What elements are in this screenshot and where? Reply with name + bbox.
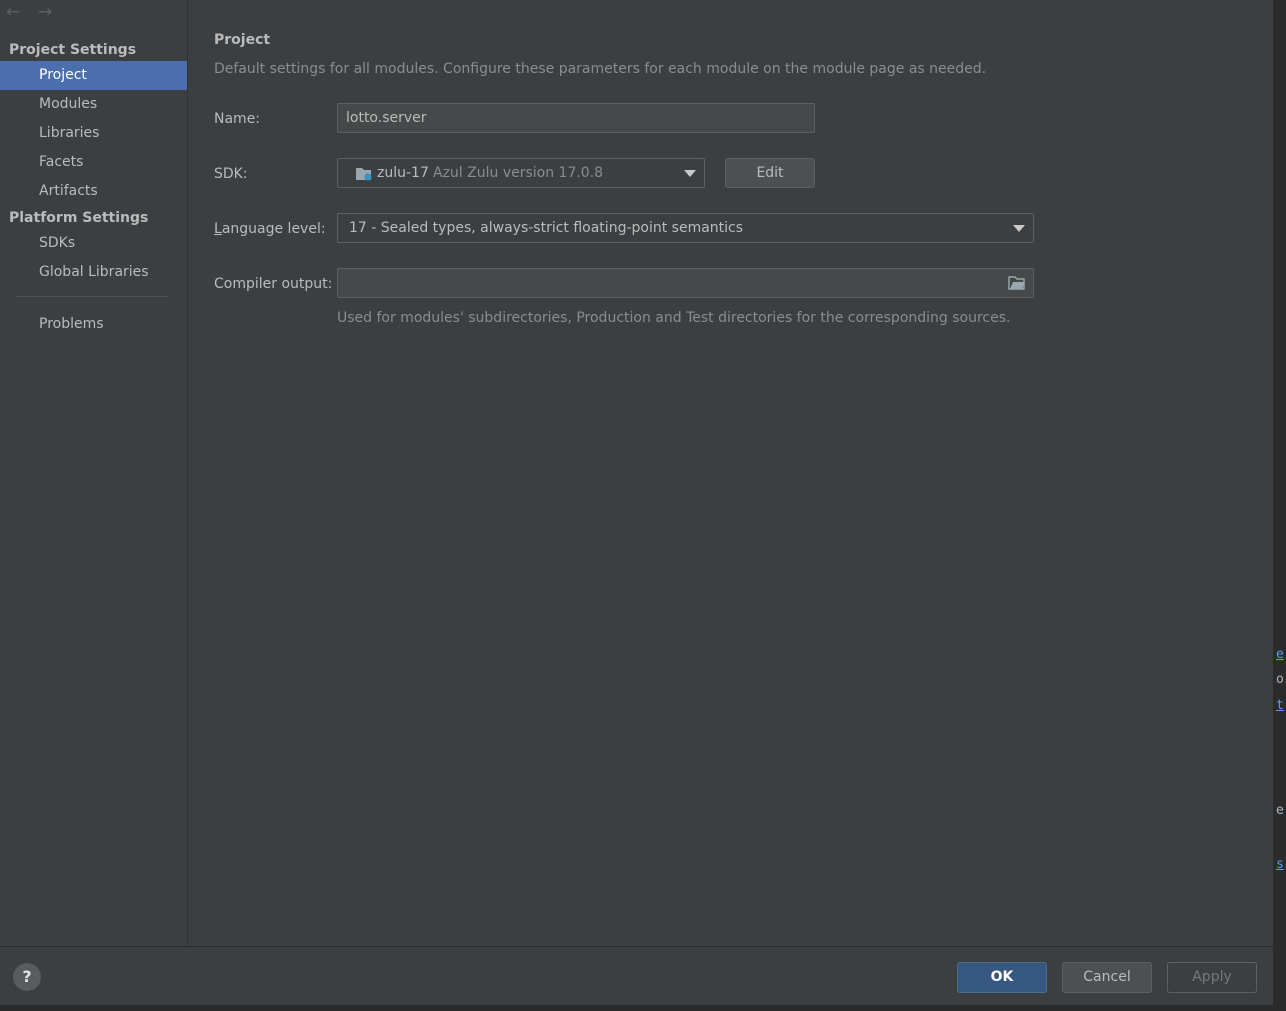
back-arrow-icon[interactable]: ← xyxy=(6,3,20,21)
sidebar-item-sdks[interactable]: SDKs xyxy=(0,229,187,258)
language-level-label: Language level: xyxy=(214,220,326,238)
sidebar-item-problems[interactable]: Problems xyxy=(0,310,187,339)
compiler-output-label: Compiler output: xyxy=(214,276,333,292)
project-settings-panel: Project Default settings for all modules… xyxy=(188,0,1273,946)
edit-sdk-button[interactable]: Edit xyxy=(725,158,815,188)
sidebar-item-facets[interactable]: Facets xyxy=(0,148,187,177)
platform-settings-header: Platform Settings xyxy=(9,210,149,226)
sdk-version: Azul Zulu version 17.0.8 xyxy=(433,165,604,181)
status-bar-strip xyxy=(0,1005,1273,1011)
sdk-dropdown[interactable]: zulu-17 Azul Zulu version 17.0.8 xyxy=(337,158,705,188)
name-value: lotto.server xyxy=(346,110,427,126)
name-label: Name: xyxy=(214,111,261,127)
sidebar-divider xyxy=(16,296,168,297)
apply-button[interactable]: Apply xyxy=(1167,962,1257,993)
sidebar-item-artifacts[interactable]: Artifacts xyxy=(0,177,187,206)
language-level-dropdown[interactable]: 17 - Sealed types, always-strict floatin… xyxy=(337,213,1034,243)
language-level-mnemonic: L xyxy=(214,221,222,237)
language-level-label-text: anguage level: xyxy=(221,221,326,237)
chevron-down-icon xyxy=(1013,225,1025,232)
name-field[interactable]: lotto.server xyxy=(337,103,815,133)
project-structure-dialog: ← → Project Settings Project Modules Lib… xyxy=(0,0,1273,1006)
background-fragment: s xyxy=(1276,857,1284,872)
help-icon[interactable]: ? xyxy=(13,963,41,991)
background-fragment: o xyxy=(1276,672,1284,687)
sidebar-item-project[interactable]: Project xyxy=(0,61,187,90)
sidebar: ← → Project Settings Project Modules Lib… xyxy=(0,0,188,946)
compiler-output-field[interactable] xyxy=(337,268,1034,298)
page-title: Project xyxy=(214,32,271,48)
page-description: Default settings for all modules. Config… xyxy=(214,61,987,77)
background-fragment: e xyxy=(1276,647,1284,662)
sidebar-item-libraries[interactable]: Libraries xyxy=(0,119,187,148)
sdk-name: zulu-17 xyxy=(377,165,429,181)
dialog-footer: ? OK Cancel Apply xyxy=(0,946,1273,1006)
sdk-label: SDK: xyxy=(214,166,248,182)
browse-folder-icon[interactable] xyxy=(1008,276,1026,290)
language-level-value: 17 - Sealed types, always-strict floatin… xyxy=(349,220,744,236)
forward-arrow-icon[interactable]: → xyxy=(38,3,52,21)
project-settings-header: Project Settings xyxy=(9,42,137,58)
cancel-button[interactable]: Cancel xyxy=(1062,962,1152,993)
compiler-output-hint: Used for modules' subdirectories, Produc… xyxy=(337,310,1011,326)
background-fragment: t xyxy=(1276,698,1284,713)
background-fragment: e xyxy=(1276,803,1284,818)
sidebar-item-modules[interactable]: Modules xyxy=(0,90,187,119)
sidebar-item-global-libraries[interactable]: Global Libraries xyxy=(0,258,187,287)
sdk-folder-icon xyxy=(355,166,373,181)
ok-button[interactable]: OK xyxy=(957,962,1047,993)
chevron-down-icon xyxy=(684,170,696,177)
